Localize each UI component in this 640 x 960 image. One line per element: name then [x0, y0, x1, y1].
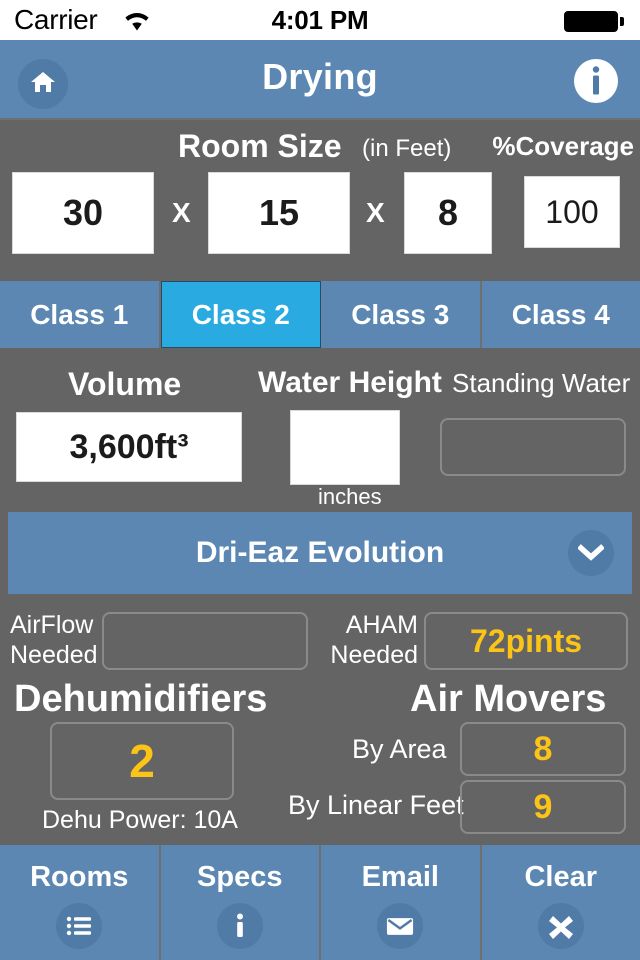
chevron-down-icon[interactable] — [568, 530, 614, 576]
aham-needed-label-line2: Needed — [330, 641, 418, 669]
bottom-toolbar: Rooms Specs Email Clear — [0, 845, 640, 960]
toolbar-specs-label: Specs — [197, 861, 283, 893]
equipment-dropdown[interactable]: Dri-Eaz Evolution — [8, 512, 632, 594]
multiply-symbol-1: X — [172, 197, 191, 228]
toolbar-rooms-button[interactable]: Rooms — [0, 845, 161, 960]
aham-needed-value: 72pints — [424, 612, 628, 670]
room-width-input[interactable]: 15 — [208, 172, 350, 254]
dehumidifiers-title: Dehumidifiers — [14, 678, 268, 720]
battery-tip-icon — [620, 17, 624, 26]
room-size-title: Room Size — [178, 128, 342, 164]
volume-value: 3,600ft³ — [16, 412, 242, 482]
room-height-input[interactable]: 8 — [404, 172, 492, 254]
inches-unit-label: inches — [318, 484, 382, 509]
coverage-label: %Coverage — [492, 131, 634, 161]
home-icon — [30, 70, 56, 99]
volume-label: Volume — [68, 366, 182, 402]
airflow-needed-label-line2: Needed — [10, 641, 98, 669]
toolbar-email-button[interactable]: Email — [321, 845, 482, 960]
airflow-needed-value — [102, 612, 308, 670]
room-length-input[interactable]: 30 — [12, 172, 154, 254]
info-icon — [216, 903, 263, 949]
dehumidifiers-count: 2 — [50, 722, 234, 800]
air-movers-by-area-value: 8 — [460, 722, 626, 776]
envelope-icon — [377, 903, 424, 949]
airflow-needed-label: AirFlow Needed — [10, 610, 102, 670]
toolbar-clear-button[interactable]: Clear — [481, 845, 640, 960]
battery-full-icon — [564, 11, 618, 32]
toolbar-rooms-label: Rooms — [30, 861, 129, 893]
page-title: Drying — [262, 56, 378, 97]
equipment-dropdown-label: Dri-Eaz Evolution — [195, 536, 445, 569]
aham-needed-label-line1: AHAM — [345, 611, 418, 639]
standing-water-label: Standing Water — [452, 368, 631, 398]
standing-water-value — [440, 418, 626, 476]
air-movers-title: Air Movers — [410, 678, 607, 720]
tab-class-3[interactable]: Class 3 — [321, 281, 482, 348]
info-icon — [572, 57, 620, 110]
coverage-percent-input[interactable]: 100 — [524, 176, 620, 248]
drying-calculator-screen: Carrier 4:01 PM Drying Room Size (in Fee… — [0, 0, 640, 960]
list-icon — [56, 903, 103, 949]
multiply-symbol-2: X — [366, 197, 385, 228]
room-size-units-note: (in Feet) — [362, 135, 452, 162]
by-linear-feet-label: By Linear Feet — [288, 790, 464, 820]
tab-class-4[interactable]: Class 4 — [481, 281, 640, 348]
aham-needed-label: AHAM Needed — [322, 610, 418, 670]
tab-class-2[interactable]: Class 2 — [160, 281, 321, 348]
tab-class-1[interactable]: Class 1 — [0, 281, 161, 348]
status-bar: Carrier 4:01 PM — [0, 0, 640, 40]
toolbar-email-label: Email — [361, 861, 439, 893]
air-movers-by-linear-feet-value: 9 — [460, 780, 626, 834]
class-tab-bar: Class 1 Class 2 Class 3 Class 4 — [0, 281, 640, 348]
info-button[interactable] — [572, 57, 620, 110]
water-height-label: Water Height — [258, 366, 442, 399]
by-area-label: By Area — [352, 734, 447, 764]
airflow-needed-label-line1: AirFlow — [10, 611, 94, 639]
close-x-icon — [537, 903, 584, 949]
toolbar-specs-button[interactable]: Specs — [160, 845, 321, 960]
home-button[interactable] — [18, 59, 68, 109]
clock-label: 4:01 PM — [271, 5, 369, 35]
water-height-input[interactable] — [290, 410, 400, 485]
nav-bar: Drying — [0, 40, 640, 120]
dehu-power-label: Dehu Power: 10A — [42, 806, 238, 834]
toolbar-clear-label: Clear — [524, 861, 598, 893]
